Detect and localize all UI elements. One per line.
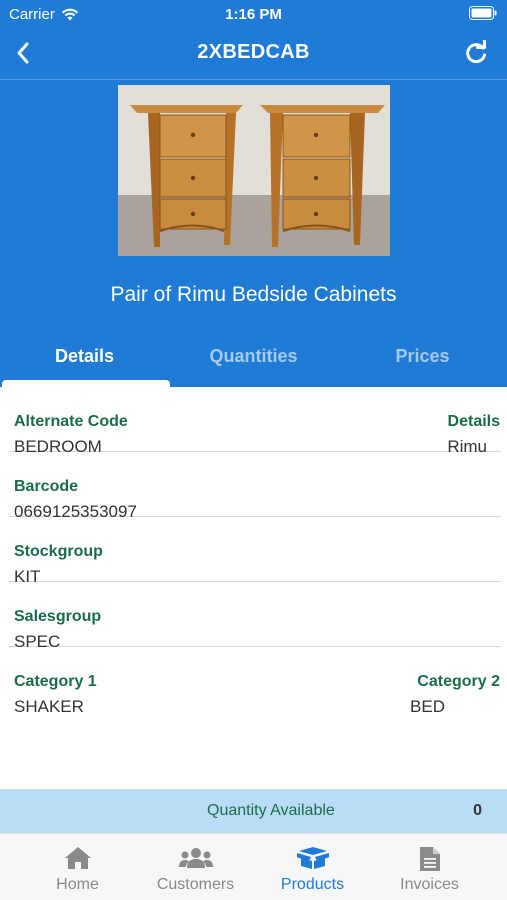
bottom-tab-bar: Home Customers Products Invoices [0,833,507,900]
barcode-label: Barcode [14,478,79,495]
detail-row-categories: Category 1 SHAKER Category 2 BED [9,647,501,716]
product-image [118,85,390,256]
status-bar: Carrier 1:16 PM [0,0,507,28]
box-icon [296,847,329,869]
tab-details[interactable]: Details [0,338,170,387]
tabbar-customers-label: Customers [156,876,235,893]
users-icon [178,848,213,868]
tabbar-item-customers[interactable]: Customers [132,834,259,900]
tabbar-item-home[interactable]: Home [14,834,141,900]
quantity-available-value: 0 [473,802,482,819]
status-time: 1:16 PM [225,6,282,23]
tab-prices[interactable]: Prices [338,338,507,387]
navigation-bar: 2XBEDCAB [0,28,507,80]
tabbar-item-invoices[interactable]: Invoices [366,834,493,900]
tab-quantities[interactable]: Quantities [169,338,338,387]
details-field-label: Details [447,413,500,430]
page-title: 2XBEDCAB [197,41,310,63]
segment-tabs: Details Quantities Prices [0,338,507,387]
tabbar-products-label: Products [280,876,345,893]
stockgroup-label: Stockgroup [14,543,103,560]
tabbar-item-products[interactable]: Products [249,834,376,900]
detail-row-stockgroup: Stockgroup KIT [9,517,501,586]
category1-value: SHAKER [14,697,84,716]
category1-label: Category 1 [14,673,97,690]
quantity-available-label: Quantity Available [207,802,335,819]
product-name: Pair of Rimu Bedside Cabinets [110,283,397,306]
detail-row-barcode: Barcode 0669125353097 [9,452,501,521]
product-header: Pair of Rimu Bedside Cabinets Details Qu… [0,80,507,387]
tab-active-indicator [2,380,170,387]
category2-label: Category 2 [417,673,500,690]
tabbar-home-label: Home [56,876,99,893]
detail-row-alternate-code: Alternate Code BEDROOM Details Rimu [9,387,501,456]
category2-value: BED [410,697,445,716]
tabbar-invoices-label: Invoices [400,876,459,893]
tab-quantities-label: Quantities [209,346,298,366]
document-icon [419,847,440,871]
refresh-icon[interactable] [463,40,489,66]
tab-details-label: Details [54,346,115,366]
alternate-code-label: Alternate Code [14,413,128,430]
details-list: Alternate Code BEDROOM Details Rimu Barc… [0,387,507,716]
salesgroup-label: Salesgroup [14,608,102,625]
tab-prices-label: Prices [395,346,450,366]
home-icon [64,847,91,869]
detail-row-salesgroup: Salesgroup SPEC [9,582,501,651]
quantity-available-bar: Quantity Available 0 [0,789,507,833]
battery-icon [469,6,497,24]
